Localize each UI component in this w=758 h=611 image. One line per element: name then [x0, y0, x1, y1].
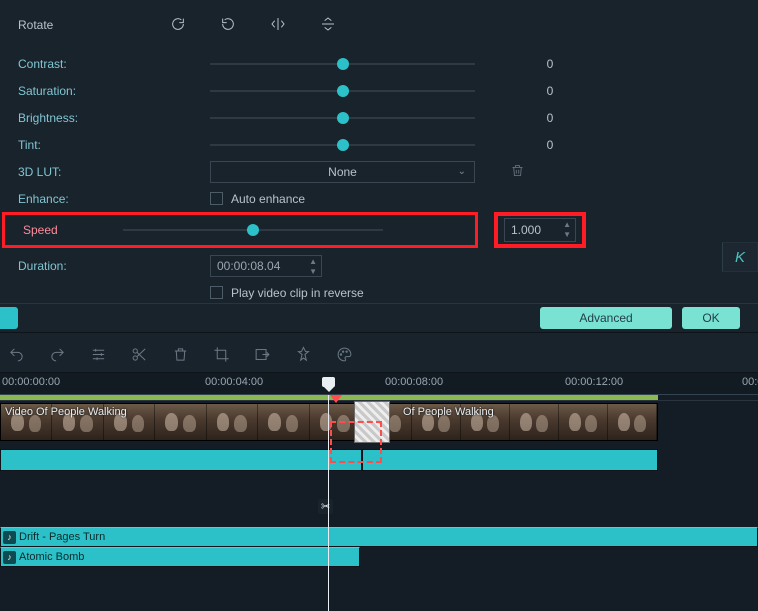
panel-buttons: Advanced OK [0, 303, 758, 333]
enhance-label: Enhance: [0, 192, 100, 206]
speed-strip-2[interactable] [362, 449, 658, 471]
flip-horizontal-icon[interactable] [270, 16, 286, 35]
saturation-slider[interactable] [210, 84, 475, 98]
flip-vertical-icon[interactable] [320, 16, 336, 35]
timeline[interactable]: Video Of People Walking Of People Walkin… [0, 394, 758, 611]
ruler-tick-2: 00:00:08:00 [385, 376, 443, 388]
undo-icon[interactable] [8, 346, 25, 363]
audio-clip-2-label: Atomic Bomb [19, 551, 84, 563]
panel-tab-stub[interactable] [0, 307, 18, 329]
lut-select[interactable]: None ⌄ [210, 161, 475, 183]
ruler-tick-1: 00:00:04:00 [205, 376, 263, 388]
audio-clip-2[interactable]: ♪ Atomic Bomb [0, 547, 360, 567]
reverse-checkbox[interactable]: Play video clip in reverse [210, 286, 364, 300]
palette-icon[interactable] [336, 346, 353, 363]
tint-value: 0 [525, 138, 575, 152]
brightness-row: Brightness: 0 [0, 104, 758, 131]
settings-sliders-icon[interactable] [90, 346, 107, 363]
music-note-icon: ♪ [3, 531, 16, 544]
selection-outline [330, 421, 382, 463]
speed-strip-1[interactable] [0, 449, 362, 471]
tint-row: Tint: 0 [0, 131, 758, 158]
video-clip-1[interactable]: Video Of People Walking [0, 403, 362, 441]
timeline-toolbar [0, 338, 353, 370]
tint-slider[interactable] [210, 138, 475, 152]
lut-row: 3D LUT: None ⌄ [0, 158, 758, 185]
duration-value: 00:00:08.04 [217, 259, 280, 273]
ruler-tick-3: 00:00:12:00 [565, 376, 623, 388]
speed-value-highlight: 1.000 ▲▼ [494, 212, 586, 248]
timeline-ruler[interactable]: 00:00:00:00 00:00:04:00 00:00:08:00 00:0… [0, 372, 758, 394]
video-clip-1-label: Video Of People Walking [5, 406, 127, 418]
duration-row: Duration: 00:00:08.04 ▲▼ [0, 252, 758, 279]
ok-button[interactable]: OK [682, 307, 740, 329]
speed-row: Speed [2, 212, 478, 248]
saturation-row: Saturation: 0 [0, 77, 758, 104]
crop-icon[interactable] [213, 346, 230, 363]
audio-clip-1-label: Drift - Pages Turn [19, 531, 105, 543]
rotate-row: Rotate [0, 0, 758, 50]
split-icon[interactable]: ✂ [318, 499, 333, 514]
cut-icon[interactable] [131, 346, 148, 363]
spinner-arrows-icon[interactable]: ▲▼ [563, 221, 571, 239]
reverse-row: Play video clip in reverse [0, 279, 758, 306]
contrast-slider[interactable] [210, 57, 475, 71]
speed-slider[interactable] [123, 223, 383, 237]
brightness-label: Brightness: [0, 111, 100, 125]
saturation-label: Saturation: [0, 84, 100, 98]
ruler-tick-0: 00:00:00:00 [2, 376, 60, 388]
rotate-cw-icon[interactable] [170, 16, 186, 35]
tint-label: Tint: [0, 138, 100, 152]
delete-icon[interactable] [172, 346, 189, 363]
audio-tracks: ♪ Drift - Pages Turn ♪ Atomic Bomb [0, 527, 758, 567]
lut-value: None [328, 165, 357, 179]
rotate-label: Rotate [0, 18, 100, 32]
enhance-row: Enhance: Auto enhance [0, 185, 758, 212]
playhead[interactable] [328, 395, 329, 611]
auto-enhance-text: Auto enhance [231, 192, 305, 206]
keyframe-button[interactable]: K [722, 242, 758, 272]
ruler-tick-4: 00:00:1 [742, 376, 758, 388]
lut-label: 3D LUT: [0, 165, 100, 179]
contrast-label: Contrast: [0, 57, 100, 71]
audio-clip-1[interactable]: ♪ Drift - Pages Turn [0, 527, 758, 547]
pin-icon[interactable] [295, 346, 312, 363]
duration-label: Duration: [0, 259, 100, 273]
advanced-button[interactable]: Advanced [540, 307, 672, 329]
rotate-ccw-icon[interactable] [220, 16, 236, 35]
speed-label: Speed [5, 223, 65, 237]
redo-icon[interactable] [49, 346, 66, 363]
export-icon[interactable] [254, 346, 271, 363]
brightness-value: 0 [525, 111, 575, 125]
keyframe-label: K [735, 249, 745, 266]
video-clip-2-label: Of People Walking [403, 406, 494, 418]
speed-spinner[interactable]: 1.000 ▲▼ [504, 218, 576, 242]
speed-value: 1.000 [511, 223, 541, 237]
duration-input[interactable]: 00:00:08.04 ▲▼ [210, 255, 322, 277]
lut-delete-icon[interactable] [510, 163, 525, 181]
contrast-value: 0 [525, 57, 575, 71]
music-note-icon: ♪ [3, 551, 16, 564]
reverse-text: Play video clip in reverse [231, 286, 364, 300]
auto-enhance-checkbox[interactable]: Auto enhance [210, 192, 305, 206]
contrast-row: Contrast: 0 [0, 50, 758, 77]
effects-panel: Rotate Contrast: 0 Saturation: 0 Brightn… [0, 0, 758, 306]
brightness-slider[interactable] [210, 111, 475, 125]
saturation-value: 0 [525, 84, 575, 98]
chevron-down-icon: ⌄ [458, 166, 466, 177]
video-clip-2[interactable]: Of People Walking [362, 403, 658, 441]
